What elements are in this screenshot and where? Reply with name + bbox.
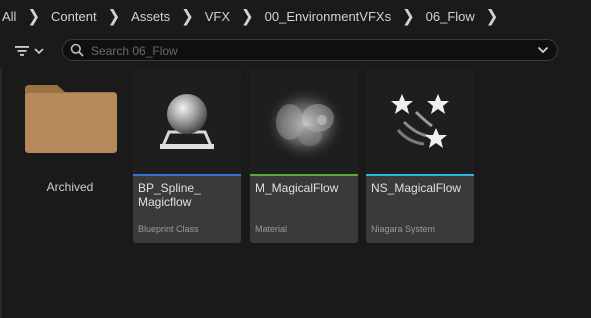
asset-type-label: Material <box>255 224 288 234</box>
folder-archived[interactable]: Archived <box>20 68 120 243</box>
folder-label: Archived <box>46 180 94 194</box>
asset-type-label: Niagara System <box>371 224 436 234</box>
chevron-down-icon <box>34 48 44 55</box>
breadcrumb-all[interactable]: All <box>0 9 18 24</box>
breadcrumb: All ❯ Content ❯ Assets ❯ VFX ❯ 00_Enviro… <box>0 0 591 32</box>
toolbar <box>0 36 591 66</box>
breadcrumb-environmentvfxs[interactable]: 00_EnvironmentVFXs <box>263 9 393 24</box>
chevron-right-icon[interactable]: ❯ <box>108 6 121 26</box>
breadcrumb-assets[interactable]: Assets <box>129 9 172 24</box>
asset-type-bar <box>133 174 241 176</box>
asset-card-material[interactable]: M_MagicalFlow Material <box>250 70 358 243</box>
breadcrumb-content[interactable]: Content <box>49 9 99 24</box>
filter-button[interactable] <box>14 39 54 63</box>
asset-thumbnail <box>366 70 474 174</box>
breadcrumb-flow[interactable]: 06_Flow <box>424 9 477 24</box>
asset-title: NS_MagicalFlow <box>371 181 462 195</box>
asset-grid: Archived BP_Spline_ Magicflow Blueprint … <box>0 68 591 318</box>
chevron-right-icon[interactable]: ❯ <box>181 6 194 26</box>
chevron-right-icon[interactable]: ❯ <box>486 6 499 26</box>
breadcrumb-vfx[interactable]: VFX <box>203 9 232 24</box>
asset-card-blueprint[interactable]: BP_Spline_ Magicflow Blueprint Class <box>133 70 241 243</box>
asset-thumbnail <box>133 70 241 174</box>
chevron-right-icon[interactable]: ❯ <box>241 6 254 26</box>
asset-title: BP_Spline_ Magicflow <box>138 181 201 209</box>
material-noise-thumbnail <box>265 88 345 160</box>
sphere-on-pedestal-icon <box>160 94 214 149</box>
asset-thumbnail <box>250 70 358 174</box>
search-input[interactable] <box>89 41 533 61</box>
asset-type-label: Blueprint Class <box>138 224 199 234</box>
filter-icon <box>15 46 29 56</box>
asset-title: M_MagicalFlow <box>255 181 339 195</box>
chevron-right-icon[interactable]: ❯ <box>402 6 415 26</box>
chevron-down-icon[interactable] <box>537 45 549 55</box>
stars-icon <box>391 94 449 148</box>
chevron-right-icon[interactable]: ❯ <box>27 6 40 26</box>
asset-type-bar <box>250 174 358 176</box>
search-icon <box>70 43 84 57</box>
folder-icon <box>25 85 117 153</box>
asset-card-niagara[interactable]: NS_MagicalFlow Niagara System <box>366 70 474 243</box>
asset-type-bar <box>366 174 474 176</box>
search-box[interactable] <box>62 39 558 61</box>
